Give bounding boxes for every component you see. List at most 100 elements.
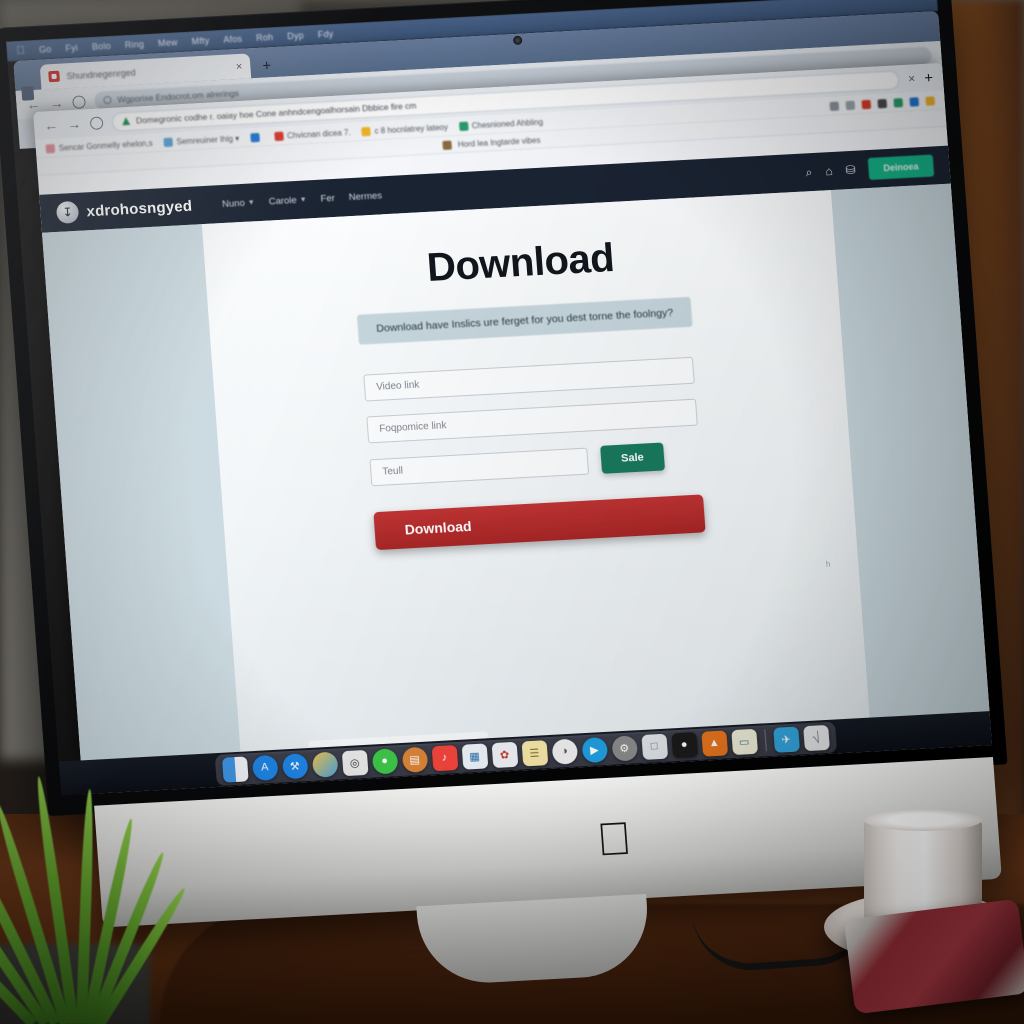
- secure-lock-icon: [121, 116, 131, 126]
- apple-menu-icon[interactable]: : [16, 44, 25, 56]
- tab-close-icon[interactable]: ×: [908, 71, 916, 85]
- forward-button[interactable]: →: [49, 94, 64, 111]
- reload-icon[interactable]: [72, 94, 86, 109]
- lock-icon[interactable]: ⌂: [825, 164, 833, 178]
- sale-button[interactable]: Sale: [600, 442, 665, 474]
- maps-icon[interactable]: [311, 751, 339, 778]
- menubar-item[interactable]: Go: [39, 44, 52, 55]
- cup-rim: [864, 809, 982, 831]
- page-content: Download Download have Inslics ure ferge…: [201, 190, 870, 752]
- photo-booth-icon[interactable]: ◎: [341, 749, 369, 776]
- bookmark-label: Sencar Gonmelly ehelon,s: [58, 138, 153, 153]
- page-body: Download Download have Inslics ure ferge…: [41, 183, 990, 761]
- bookmark-folder-label: Hord lea Ingtarde vibes: [457, 135, 541, 149]
- menubar-item[interactable]: Afos: [223, 34, 243, 45]
- bookmark-favicon-icon: [361, 126, 371, 136]
- bookmark-item[interactable]: Chvicnan dicea 7.: [273, 127, 351, 141]
- menubar-item[interactable]: Fdy: [317, 29, 333, 40]
- menubar-item[interactable]: Bolo: [92, 41, 112, 52]
- bookmark-favicon-icon: [163, 137, 173, 147]
- source-link-input[interactable]: Foqpomice link: [366, 398, 698, 444]
- scroll-hint: h: [825, 559, 831, 569]
- page-subtitle: Download have Inslics ure ferget for you…: [357, 296, 693, 345]
- tab-title: Shundnegenrged: [66, 67, 136, 81]
- telegram-icon[interactable]: ✈: [772, 726, 800, 753]
- menubar-item[interactable]: Ring: [124, 39, 144, 50]
- bookmark-item[interactable]: Sencar Gonmelly ehelon,s: [45, 138, 153, 153]
- music-icon[interactable]: ♪: [431, 744, 458, 771]
- title-input[interactable]: Teull: [369, 447, 590, 486]
- bag-icon[interactable]: ⛁: [845, 163, 856, 178]
- chevron-down-icon: ▼: [247, 198, 255, 207]
- bookmark-label: Chvicnan dicea 7.: [286, 127, 351, 140]
- settings-icon[interactable]: ⚙: [610, 734, 638, 762]
- app-store-icon[interactable]: A: [251, 754, 279, 781]
- chevron-down-icon: ▼: [299, 195, 307, 204]
- vlc-icon[interactable]: ▲: [700, 729, 728, 757]
- sidebar-toggle-icon[interactable]: [21, 86, 35, 101]
- bookmark-item[interactable]: [249, 132, 264, 142]
- key-icon[interactable]: [893, 97, 904, 108]
- search-icon[interactable]: [829, 101, 840, 111]
- folder-icon: [442, 140, 453, 150]
- search-icon[interactable]: ⌕: [805, 165, 813, 179]
- nav-link-nuno[interactable]: Nuno ▼: [221, 197, 255, 210]
- bookmark-item[interactable]: Chesnioned Ahbling: [458, 117, 543, 131]
- menubar-item[interactable]: Roh: [256, 32, 274, 43]
- menubar-item[interactable]: Mew: [158, 37, 178, 48]
- nav-link-label: Nuno: [221, 197, 246, 210]
- brand-logo[interactable]: ↧ xdrohosngyed: [55, 195, 193, 224]
- photos-icon[interactable]: ✿: [491, 741, 518, 768]
- new-tab-button[interactable]: +: [924, 69, 934, 86]
- back-button[interactable]: ←: [44, 117, 59, 134]
- menubar-item[interactable]: Fyi: [65, 43, 78, 54]
- ink-icon[interactable]: ●: [670, 731, 698, 758]
- new-tab-button[interactable]: +: [250, 57, 284, 79]
- bookmark-favicon-icon: [273, 131, 284, 141]
- disk-utility-icon[interactable]: ◑: [550, 738, 578, 765]
- nav-cta-button[interactable]: Deinoea: [867, 154, 935, 180]
- xcode-icon[interactable]: ⚒: [281, 752, 309, 779]
- puzzle-icon[interactable]: [845, 100, 856, 110]
- tab-favicon-icon: [48, 70, 60, 83]
- site-info-icon: [103, 95, 112, 105]
- web-page: ↧ xdrohosngyed Nuno ▼ Carole ▼ Fer Nermes …: [39, 145, 990, 761]
- download-form: Video link Foqpomice link Teull Sale Dow…: [363, 356, 706, 551]
- page-title: Download: [425, 235, 616, 290]
- menubar-item[interactable]: Dyp: [287, 30, 304, 41]
- grid-icon[interactable]: [877, 98, 888, 108]
- cloud-icon[interactable]: [909, 96, 920, 107]
- reload-icon[interactable]: [89, 115, 104, 130]
- nav-link-label: Nermes: [348, 189, 383, 203]
- bookmark-item[interactable]: Semreuiner Ihlg ▾: [163, 134, 239, 147]
- apple-logo-icon: : [595, 812, 633, 866]
- brand-name: xdrohosngyed: [85, 197, 193, 220]
- desk-photo-scene:  Go Fyi Bolo Ring Mew Mfty Afos Roh Dyp…: [0, 0, 1024, 1024]
- trash-icon[interactable]: ⎷: [802, 724, 830, 751]
- extension-icons[interactable]: [829, 95, 936, 111]
- desk-plant: [0, 624, 189, 1024]
- bookmark-label: Semreuiner Ihlg ▾: [176, 133, 240, 146]
- bookmark-favicon-icon: [458, 121, 469, 131]
- nav-link-fer[interactable]: Fer: [320, 192, 335, 204]
- bookmark-item[interactable]: c 8 hocnlatrey lateoy: [361, 122, 448, 136]
- shield-icon[interactable]: [861, 99, 872, 109]
- contacts-icon[interactable]: ▤: [401, 746, 428, 773]
- video-link-input[interactable]: Video link: [363, 356, 695, 402]
- messages-icon[interactable]: ●: [371, 747, 398, 775]
- menubar-item[interactable]: Mfty: [191, 36, 210, 47]
- notes-icon[interactable]: ☰: [521, 739, 548, 766]
- bookmark-favicon-icon: [45, 143, 56, 153]
- nav-link-carole[interactable]: Carole ▼: [268, 194, 307, 206]
- download-button[interactable]: Download: [373, 494, 706, 551]
- preview-icon[interactable]: ▭: [730, 728, 758, 755]
- nav-link-nermes[interactable]: Nermes: [348, 190, 382, 203]
- forward-button[interactable]: →: [67, 116, 82, 133]
- user-icon[interactable]: [925, 95, 936, 106]
- bookmark-favicon-icon: [249, 132, 260, 142]
- appcleaner-icon[interactable]: □: [640, 733, 668, 760]
- numbers-icon[interactable]: ▦: [461, 742, 488, 770]
- facetime-icon[interactable]: ▶: [580, 736, 608, 763]
- tab-close-icon[interactable]: ×: [235, 60, 242, 72]
- finder-icon[interactable]: [221, 755, 249, 783]
